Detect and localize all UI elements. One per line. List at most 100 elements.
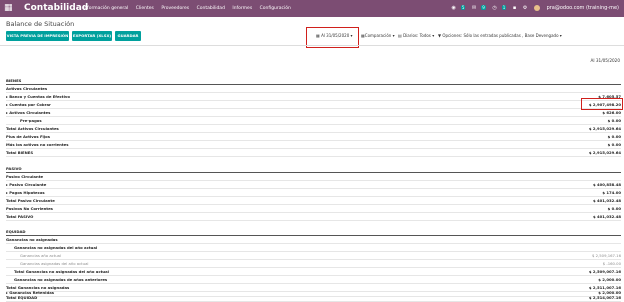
row-label: EQUIDAD bbox=[6, 229, 26, 234]
caret-down-icon: ▾ bbox=[392, 33, 395, 38]
caret-right-icon[interactable]: ▸ bbox=[6, 94, 8, 99]
date-filter[interactable]: ▦ Al 31/05/2020 ▾ bbox=[316, 33, 353, 39]
row-value: $ 0.00 bbox=[607, 206, 621, 211]
menu-item-reports[interactable]: Informes bbox=[232, 6, 252, 11]
row-value: $ 0.00 bbox=[607, 118, 621, 123]
report-row[interactable]: ▸ Activos Circulantes $ 626.00 bbox=[6, 109, 621, 117]
row-label-text: Cuentas por Cobrar bbox=[9, 102, 51, 107]
clock-icon[interactable]: ◷ 1 bbox=[492, 5, 507, 11]
page-title: Balance de Situación bbox=[6, 20, 75, 28]
report-row: Activos Circulantes bbox=[6, 85, 621, 93]
row-label: PASIVO bbox=[6, 166, 22, 171]
export-xlsx-button[interactable]: EXPORTAR (XLSX) bbox=[72, 31, 112, 41]
row-label: ▸ Activos Circulantes bbox=[6, 109, 50, 116]
report-row: BIENES bbox=[6, 77, 621, 85]
row-value: $ 2,509,007.16 bbox=[588, 269, 621, 274]
clock-badge: 1 bbox=[501, 5, 507, 10]
caret-right-icon[interactable]: ▸ bbox=[6, 182, 8, 187]
user-menu[interactable]: pra@odoo.com (training-me) bbox=[547, 5, 619, 11]
row-label: Total BIENES bbox=[6, 150, 34, 155]
report-row: Total BIENES $ 2,915,029.64 bbox=[6, 149, 621, 157]
caret-right-icon[interactable]: ▸ bbox=[6, 110, 8, 115]
row-label: Total Activos Circulantes bbox=[6, 126, 59, 131]
row-label: Ganancias año actual bbox=[20, 253, 62, 258]
row-label: Total EQUIDAD bbox=[6, 295, 38, 300]
caret-right-icon[interactable]: ▸ bbox=[6, 102, 8, 107]
report-row[interactable]: Ganancias año actual $ 2,509,167.16 bbox=[6, 252, 621, 260]
row-label: Ganancias no asignadas del año actual bbox=[14, 245, 98, 250]
row-label-text: Activos Circulantes bbox=[9, 110, 51, 115]
caret-down-icon: ▾ bbox=[350, 33, 353, 38]
row-label: Pre-pagos bbox=[20, 118, 42, 123]
row-label: Pasivo Circulante bbox=[6, 174, 44, 179]
row-label: Total PASIVO bbox=[6, 214, 34, 219]
row-value: $ 2,915,029.64 bbox=[588, 126, 621, 131]
journals-filter-label: Diarios: Todos bbox=[403, 33, 431, 38]
chat-icon[interactable]: ✉ 9 bbox=[472, 5, 486, 11]
report-row[interactable]: ▸ Banco y Cuentas de Efectivo $ 7,605.57 bbox=[6, 93, 621, 101]
journals-filter[interactable]: ▤ Diarios: Todos ▾ bbox=[398, 33, 434, 39]
menu-item-accounting[interactable]: Contabilidad bbox=[197, 6, 225, 11]
save-button[interactable]: GUARDAR bbox=[115, 31, 141, 41]
camera-icon[interactable]: ▪ bbox=[513, 5, 516, 11]
report-row: Total Ganancias no asignadas del año act… bbox=[6, 268, 621, 276]
report-row: Pasivo Circulante bbox=[6, 173, 621, 181]
chat-badge: 9 bbox=[481, 5, 486, 10]
menu-item-overview[interactable]: Información general bbox=[83, 6, 128, 11]
date-filter-label: Al 31/05/2020 bbox=[321, 33, 350, 38]
report-row[interactable]: ▸ Pagos Hipotecas $ 174.00 bbox=[6, 189, 621, 197]
menu-item-configuration[interactable]: Configuración bbox=[260, 6, 291, 11]
caret-down-icon: ▾ bbox=[432, 33, 435, 38]
settings-icon[interactable]: ⚙ bbox=[523, 5, 527, 11]
report-row: Total EQUIDAD $ 2,514,007.16 bbox=[6, 295, 621, 302]
avatar[interactable] bbox=[533, 4, 540, 11]
row-value: $ 2,000.00 bbox=[598, 277, 621, 282]
row-value: $ 2,514,007.16 bbox=[588, 295, 621, 300]
row-label: Plus de Activos Fijos bbox=[6, 134, 51, 139]
row-value: $ 174.00 bbox=[602, 190, 621, 195]
row-value: $ -160.00 bbox=[602, 261, 621, 266]
menu-item-customers[interactable]: Clientes bbox=[136, 6, 154, 11]
report-row: Ganancias no asignadas del año actual bbox=[6, 244, 621, 252]
row-value: $ 401,032.48 bbox=[593, 214, 621, 219]
report-row: EQUIDAD bbox=[6, 228, 621, 236]
filter-icon: ▼ bbox=[438, 33, 442, 38]
calendar-icon: ▦ bbox=[316, 33, 320, 38]
row-value: $ 2,915,029.64 bbox=[588, 150, 621, 155]
report-row: Pasivos No Corrientes $ 0.00 bbox=[6, 205, 621, 213]
row-label: Activos Circulantes bbox=[6, 86, 48, 91]
row-label-text: Banco y Cuentas de Efectivo bbox=[9, 94, 70, 99]
row-value: $ 400,858.48 bbox=[593, 182, 621, 187]
report-row: Plus de Activos Fijos $ 0.00 bbox=[6, 133, 621, 141]
row-label: Ganancias asignadas del año actual bbox=[20, 261, 89, 266]
app-brand[interactable]: Contabilidad bbox=[24, 2, 88, 15]
row-label-text: Pagos Hipotecas bbox=[9, 190, 45, 195]
report-row[interactable]: Ganancias asignadas del año actual $ -160… bbox=[6, 260, 621, 268]
report-row[interactable]: ▸ Pasivo Circulante $ 400,858.48 bbox=[6, 181, 621, 189]
row-value: $ 2,509,167.16 bbox=[592, 253, 621, 258]
print-preview-button[interactable]: VISTA PREVIA DE IMPRESIÓN bbox=[6, 31, 69, 41]
row-label: Más los activos no corrientes bbox=[6, 142, 69, 147]
row-label: Total Ganancias no asignadas del año act… bbox=[14, 269, 109, 274]
menu-item-vendors[interactable]: Proveedores bbox=[161, 6, 189, 11]
report-row: Total PASIVO $ 401,032.48 bbox=[6, 213, 621, 221]
comparison-filter-label: Comparación bbox=[364, 33, 392, 38]
report-row: Total Activos Circulantes $ 2,915,029.64 bbox=[6, 125, 621, 133]
activity-badge: 5 bbox=[460, 5, 466, 10]
report-row[interactable]: ▸ Cuentas por Cobrar $ 2,907,498.20 bbox=[6, 101, 621, 109]
report-row: Pre-pagos $ 0.00 bbox=[6, 117, 621, 125]
row-label: Total Pasivo Circulante bbox=[6, 198, 55, 203]
options-filter[interactable]: ▼ Opciones: Sólo las entradas publicadas… bbox=[438, 33, 562, 39]
options-filter-label: Opciones: Sólo las entradas publicadas ,… bbox=[442, 33, 559, 38]
comparison-filter[interactable]: ▦Comparación ▾ bbox=[361, 33, 395, 39]
apps-grid-icon[interactable]: ▦ bbox=[4, 4, 13, 13]
report-row: Más los activos no corrientes $ 0.00 bbox=[6, 141, 621, 149]
report-row: Ganancias no asignadas de años anteriore… bbox=[6, 276, 621, 284]
row-label: Ganancias no asignadas bbox=[6, 237, 58, 242]
row-value: $ 0.00 bbox=[607, 134, 621, 139]
book-icon: ▤ bbox=[398, 33, 402, 38]
main-menu: Información general Clientes Proveedores… bbox=[83, 5, 297, 12]
row-label: ▸ Banco y Cuentas de Efectivo bbox=[6, 93, 70, 100]
activity-icon[interactable]: ◉ 5 bbox=[452, 5, 466, 11]
caret-right-icon[interactable]: ▸ bbox=[6, 190, 8, 195]
